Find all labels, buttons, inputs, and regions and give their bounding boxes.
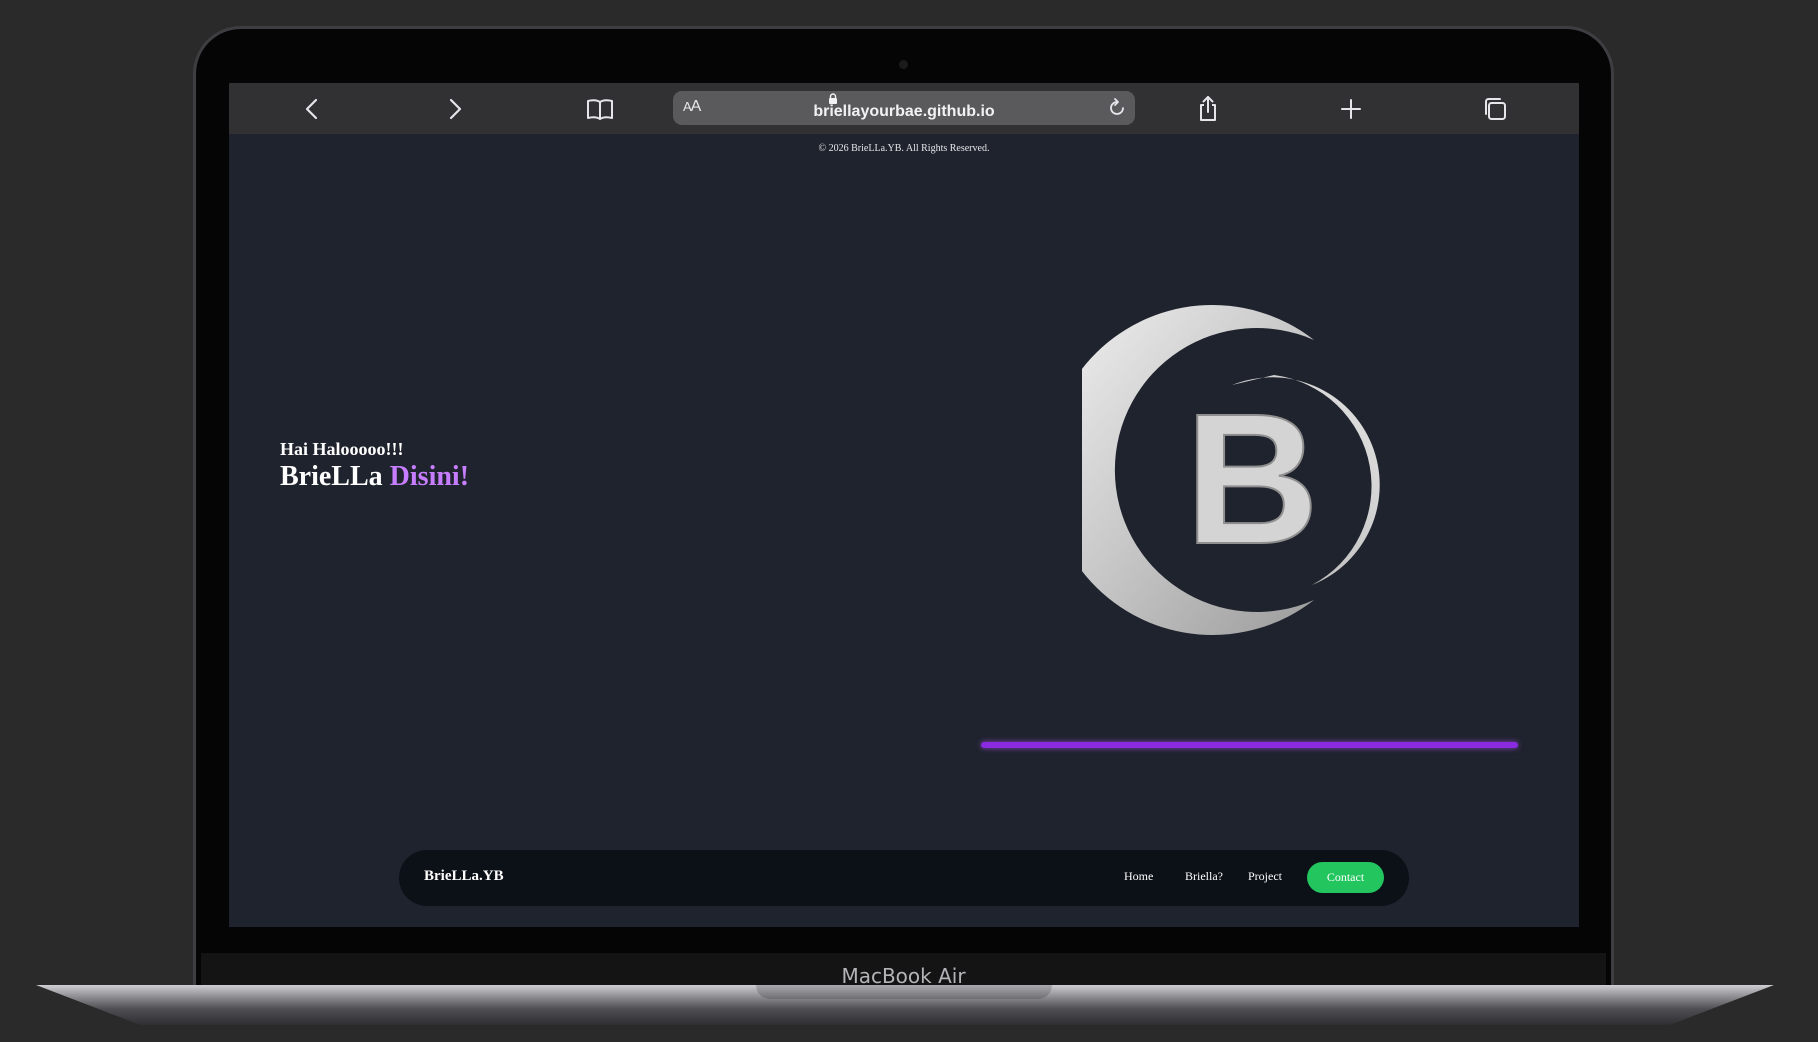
reload-icon[interactable] [1106, 97, 1128, 119]
url-text[interactable]: briellayourbae.github.io [673, 103, 1135, 121]
forward-icon[interactable] [440, 94, 470, 124]
webcam [899, 60, 908, 69]
nav-link-briella[interactable]: Briella? [1185, 869, 1223, 884]
share-icon[interactable] [1193, 94, 1223, 124]
hero-title: BrieLLa Disini! [280, 461, 469, 493]
logo-letter: B [1185, 376, 1319, 583]
hero-title-main: BrieLLa [280, 461, 383, 492]
back-icon[interactable] [297, 94, 327, 124]
browser-screen: AA briellayourbae.github.io © 2026 BrieL… [229, 83, 1579, 927]
address-bar[interactable]: AA briellayourbae.github.io [673, 91, 1135, 125]
nav-link-home[interactable]: Home [1124, 869, 1153, 884]
brand-logo: B [1047, 300, 1422, 640]
tabs-icon[interactable] [1480, 94, 1510, 124]
browser-toolbar: AA briellayourbae.github.io [229, 83, 1579, 134]
nav-brand[interactable]: BrieLLa.YB [424, 868, 504, 885]
nav-link-project[interactable]: Project [1248, 869, 1282, 884]
device-mockup: AA briellayourbae.github.io © 2026 BrieL… [0, 0, 1818, 1042]
contact-button[interactable]: Contact [1307, 862, 1384, 893]
new-tab-icon[interactable] [1336, 94, 1366, 124]
bottom-navbar: BrieLLa.YB Home Briella? Project Contact [399, 850, 1409, 906]
copyright-text: © 2026 BrieLLa.YB. All Rights Reserved. [818, 143, 990, 154]
hero-greeting: Hai Halooooo!!! [280, 439, 404, 459]
bookmarks-icon[interactable] [585, 94, 615, 124]
laptop-opening-notch [756, 985, 1052, 999]
accent-divider-line [981, 742, 1518, 748]
hero-title-accent: Disini! [389, 461, 470, 492]
